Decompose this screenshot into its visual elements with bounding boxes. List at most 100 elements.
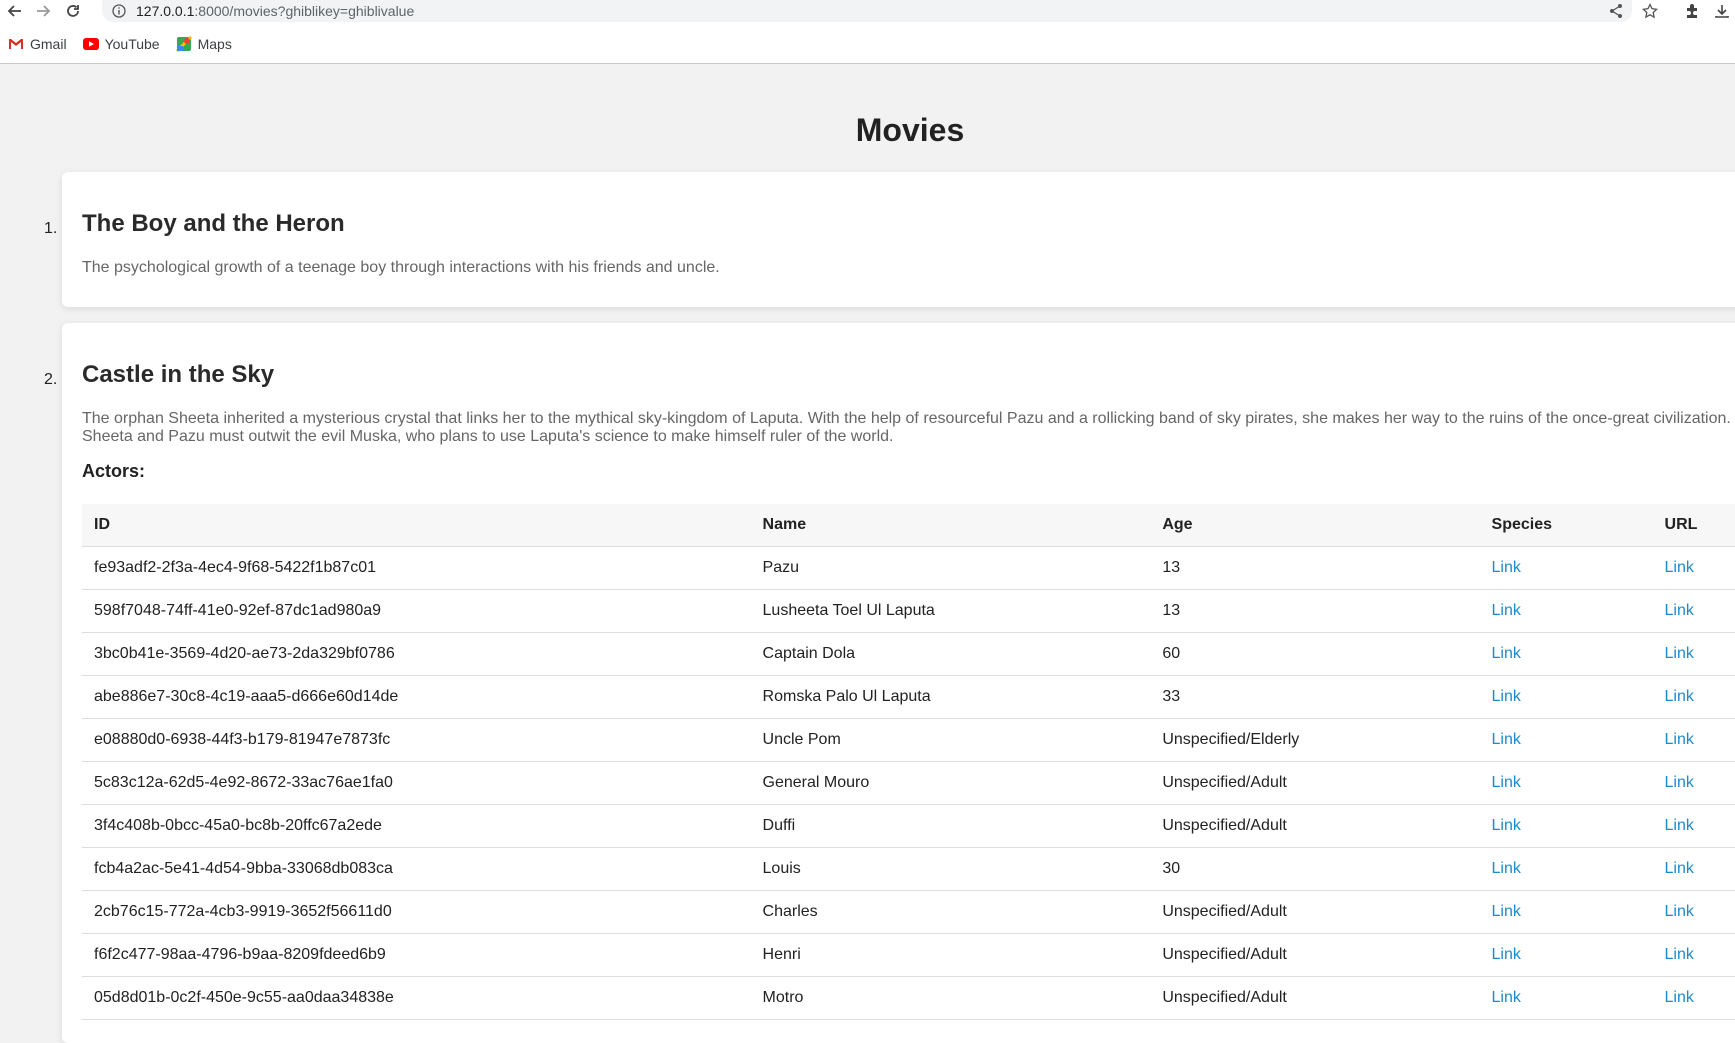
- movie-title: Castle in the Sky: [82, 361, 275, 388]
- actor-id-cell: 3f4c408b-0bcc-45a0-bc8b-20ffc67a2ede: [82, 804, 751, 848]
- species-link[interactable]: Link: [1492, 731, 1521, 748]
- actor-id-cell: fcb4a2ac-5e41-4d54-9bba-33068db083ca: [82, 847, 751, 891]
- actor-name-cell: Henri: [750, 933, 1151, 977]
- browser-toolbar: 127.0.0.1:8000/movies?ghiblikey=ghibliva…: [0, 0, 1735, 24]
- species-link[interactable]: Link: [1492, 774, 1521, 791]
- actor-id-cell: 598f7048-74ff-41e0-92ef-87dc1ad980a9: [82, 589, 751, 633]
- download-icon[interactable]: [1714, 0, 1730, 22]
- actor-id-cell: 2cb76c15-772a-4cb3-9919-3652f56611d0: [82, 890, 751, 934]
- url-host: 127.0.0.1: [136, 3, 195, 19]
- url-link[interactable]: Link: [1665, 731, 1694, 748]
- actor-age-cell: 13: [1150, 546, 1480, 590]
- address-url[interactable]: 127.0.0.1:8000/movies?ghiblikey=ghibliva…: [136, 3, 414, 19]
- extensions-icon[interactable]: [1684, 0, 1700, 22]
- bookmark-star-icon[interactable]: [1642, 0, 1658, 22]
- url-cell: Link: [1652, 589, 1735, 633]
- table-row: 3bc0b41e-3569-4d20-ae73-2da329bf0786 Capt…: [82, 632, 1735, 676]
- actor-name-cell: Charles: [750, 890, 1151, 934]
- actor-age-cell: Unspecified/Adult: [1150, 933, 1480, 977]
- arrow-right-icon: [37, 5, 51, 17]
- species-cell: Link: [1479, 589, 1653, 633]
- actor-name-cell: Duffi: [750, 804, 1151, 848]
- url-cell: Link: [1652, 675, 1735, 719]
- movie-description: The psychological growth of a teenage bo…: [82, 259, 720, 276]
- url-link[interactable]: Link: [1665, 817, 1694, 834]
- table-row: abe886e7-30c8-4c19-aaa5-d666e60d14de Roms…: [82, 675, 1735, 719]
- url-cell: Link: [1652, 718, 1735, 762]
- url-cell: Link: [1652, 804, 1735, 848]
- species-link[interactable]: Link: [1492, 602, 1521, 619]
- actor-age-cell: 33: [1150, 675, 1480, 719]
- actor-age-cell: Unspecified/Adult: [1150, 761, 1480, 805]
- species-cell: Link: [1479, 976, 1653, 1020]
- forward-button[interactable]: [32, 0, 54, 22]
- actor-age-cell: Unspecified/Adult: [1150, 804, 1480, 848]
- actor-name-cell: Lusheeta Toel Ul Laputa: [750, 589, 1151, 633]
- bookmark-label: YouTube: [104, 35, 160, 52]
- actor-age-cell: 30: [1150, 847, 1480, 891]
- species-cell: Link: [1479, 847, 1653, 891]
- species-cell: Link: [1479, 546, 1653, 590]
- url-link[interactable]: Link: [1665, 645, 1694, 662]
- share-icon[interactable]: [1608, 0, 1624, 22]
- species-link[interactable]: Link: [1492, 559, 1521, 576]
- species-cell: Link: [1479, 804, 1653, 848]
- actor-age-cell: Unspecified/Elderly: [1150, 718, 1480, 762]
- species-cell: Link: [1479, 890, 1653, 934]
- bookmark-maps[interactable]: Maps: [175, 35, 232, 52]
- species-link[interactable]: Link: [1492, 817, 1521, 834]
- url-cell: Link: [1652, 546, 1735, 590]
- bookmark-label: Maps: [197, 35, 232, 52]
- bookmark-gmail[interactable]: Gmail: [8, 36, 67, 52]
- list-number: 1.: [44, 220, 58, 237]
- species-link[interactable]: Link: [1492, 645, 1521, 662]
- url-cell: Link: [1652, 890, 1735, 934]
- species-link[interactable]: Link: [1492, 989, 1521, 1006]
- url-link[interactable]: Link: [1665, 688, 1694, 705]
- url-link[interactable]: Link: [1665, 903, 1694, 920]
- url-link[interactable]: Link: [1665, 860, 1694, 877]
- species-link[interactable]: Link: [1492, 688, 1521, 705]
- movie-card: 1. The Boy and the Heron The psychologic…: [44, 172, 1735, 307]
- page-title: Movies: [855, 112, 965, 148]
- actor-name-cell: Louis: [750, 847, 1151, 891]
- url-path: :8000/movies?ghiblikey=ghiblivalue: [194, 3, 415, 19]
- column-header-name: Name: [750, 504, 1151, 547]
- actor-age-cell: Unspecified/Adult: [1150, 976, 1480, 1020]
- table-row: 2cb76c15-772a-4cb3-9919-3652f56611d0 Char…: [82, 890, 1735, 934]
- actors-table: ID Name Age Species URL fe93adf2-2f3a-4e…: [82, 504, 1735, 1020]
- species-cell: Link: [1479, 933, 1653, 977]
- actor-name-cell: General Mouro: [750, 761, 1151, 805]
- species-cell: Link: [1479, 761, 1653, 805]
- url-link[interactable]: Link: [1665, 946, 1694, 963]
- bookmarks-bar: Gmail YouTube Maps: [0, 24, 1735, 64]
- bookmark-youtube[interactable]: YouTube: [82, 35, 160, 52]
- address-bar[interactable]: 127.0.0.1:8000/movies?ghiblikey=ghibliva…: [102, 0, 1632, 22]
- table-row: f6f2c477-98aa-4796-b9aa-8209fdeed6b9 Henr…: [82, 933, 1735, 977]
- actor-age-cell: 13: [1150, 589, 1480, 633]
- url-link[interactable]: Link: [1665, 559, 1694, 576]
- actor-name-cell: Pazu: [750, 546, 1151, 590]
- actor-id-cell: 3bc0b41e-3569-4d20-ae73-2da329bf0786: [82, 632, 751, 676]
- reload-button[interactable]: [62, 0, 84, 22]
- actor-age-cell: Unspecified/Adult: [1150, 890, 1480, 934]
- back-button[interactable]: [4, 0, 26, 22]
- url-link[interactable]: Link: [1665, 989, 1694, 1006]
- actor-name-cell: Romska Palo Ul Laputa: [750, 675, 1151, 719]
- movie-title: The Boy and the Heron: [82, 210, 345, 237]
- actors-heading: Actors:: [82, 461, 146, 481]
- movie-card: 2. Castle in the Sky The orphan Sheeta i…: [44, 323, 1735, 1043]
- site-info-icon[interactable]: [112, 4, 128, 18]
- actor-id-cell: fe93adf2-2f3a-4ec4-9f68-5422f1b87c01: [82, 546, 751, 590]
- url-link[interactable]: Link: [1665, 774, 1694, 791]
- reload-icon: [67, 5, 79, 17]
- species-link[interactable]: Link: [1492, 903, 1521, 920]
- gmail-icon: [9, 38, 23, 49]
- actor-name-cell: Motro: [750, 976, 1151, 1020]
- species-link[interactable]: Link: [1492, 860, 1521, 877]
- species-link[interactable]: Link: [1492, 946, 1521, 963]
- table-row: 05d8d01b-0c2f-450e-9c55-aa0daa34838e Motr…: [82, 976, 1735, 1020]
- url-link[interactable]: Link: [1665, 602, 1694, 619]
- maps-icon: [175, 35, 192, 52]
- column-header-url: URL: [1652, 504, 1735, 547]
